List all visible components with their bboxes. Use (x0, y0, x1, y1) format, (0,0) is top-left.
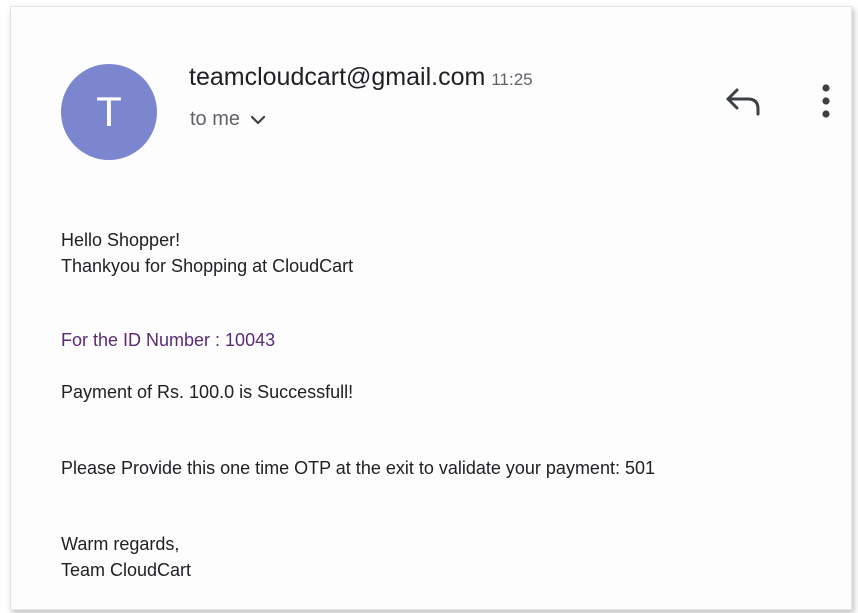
recipient-label: to me (190, 108, 241, 130)
sender-line: teamcloudcart@gmail.com 11:25 (189, 63, 533, 92)
more-options-button[interactable] (811, 83, 841, 123)
chevron-down-icon[interactable] (250, 115, 266, 125)
payment-status-text: Payment of Rs. 100.0 is Successfull! (61, 382, 354, 402)
otp-text: Please Provide this one time OTP at the … (61, 458, 655, 478)
signature-text: Team CloudCart (61, 560, 192, 580)
email-message-view: T teamcloudcart@gmail.com 11:25 to me He… (10, 6, 852, 610)
recipient-toggle[interactable]: to me (190, 108, 266, 131)
sender-email[interactable]: teamcloudcart@gmail.com (189, 63, 485, 91)
greeting-text: Hello Shopper! (61, 230, 181, 250)
message-time: 11:25 (491, 70, 533, 89)
more-vert-icon (822, 83, 830, 123)
thanks-text: Thankyou for Shopping at CloudCart (61, 256, 354, 276)
avatar-letter: T (96, 88, 122, 135)
message-body: Hello Shopper! Thankyou for Shopping at … (61, 227, 841, 583)
reply-button[interactable] (723, 85, 763, 121)
id-number-text: For the ID Number : 10043 (61, 330, 276, 350)
sender-avatar[interactable]: T (61, 64, 157, 160)
signature-block: Warm regards, Team CloudCart (61, 531, 841, 583)
reply-icon (724, 86, 762, 121)
closing-text: Warm regards, (61, 534, 180, 554)
